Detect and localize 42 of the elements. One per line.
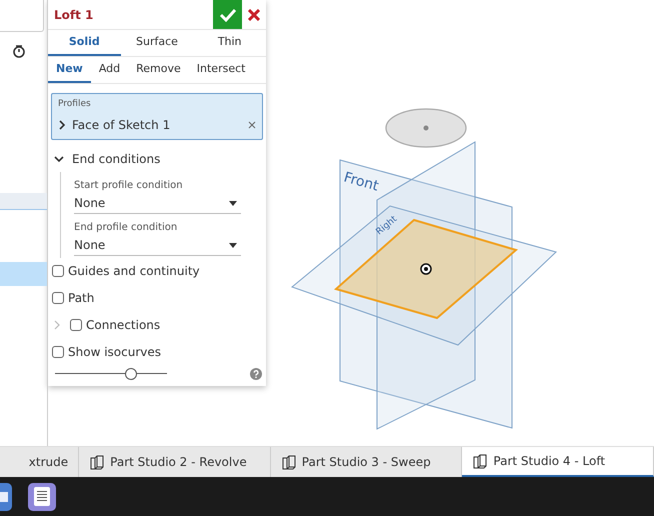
operation-tab[interactable]: Add [90, 57, 128, 83]
body-type-tab[interactable]: Thin [193, 30, 266, 56]
slider-thumb[interactable] [125, 368, 138, 380]
close-icon [248, 8, 260, 20]
body-type-tab[interactable]: Surface [120, 30, 194, 56]
field-label: Start profile condition [74, 178, 184, 192]
condition-dropdown[interactable]: None [74, 194, 241, 214]
option-label: Connections [86, 317, 160, 334]
plane-label: Front [342, 169, 380, 195]
operation-tab[interactable]: Remove [128, 57, 189, 83]
check-icon [218, 8, 236, 22]
condition-dropdown[interactable]: None [74, 236, 241, 256]
caret-icon [229, 200, 237, 206]
mail-app-icon[interactable] [0, 482, 12, 510]
document-tab[interactable]: Part Studio 4 - Loft [462, 447, 654, 477]
checkbox[interactable] [70, 319, 82, 331]
operation-tab[interactable]: New [48, 57, 91, 83]
dialog-title: Loft 1 [54, 6, 94, 24]
field-label: End profile condition [74, 220, 178, 234]
option-label: Show isocurves [68, 344, 161, 361]
close-icon[interactable] [248, 120, 256, 128]
checkbox[interactable] [52, 292, 64, 304]
chevron-down-icon[interactable] [54, 154, 64, 162]
isocurve-slider[interactable] [55, 368, 167, 380]
caret-icon [229, 242, 237, 248]
checkbox[interactable] [52, 346, 64, 358]
chevron-right-icon[interactable] [58, 120, 66, 130]
profiles-field[interactable]: Profiles Face of Sketch 1 [51, 93, 263, 140]
operation-tab[interactable]: Intersect [188, 57, 254, 83]
notes-app-icon[interactable] [28, 482, 56, 510]
option-label: Path [68, 290, 94, 307]
profile-item: Face of Sketch 1 [72, 116, 172, 134]
field-label: Profiles [58, 98, 92, 111]
document-tab[interactable]: Part Studio 2 - Revolve [79, 447, 271, 477]
document-tab[interactable]: Part Studio 3 - Sweep [270, 447, 462, 477]
help-icon[interactable] [250, 368, 262, 380]
document-tab[interactable]: xtrude [0, 447, 80, 477]
body-type-tab[interactable]: Solid [48, 30, 121, 56]
checkbox[interactable] [52, 265, 64, 277]
accept-button[interactable] [213, 0, 242, 29]
option-label: Guides and continuity [68, 263, 200, 280]
section-header: End conditions [72, 150, 160, 168]
